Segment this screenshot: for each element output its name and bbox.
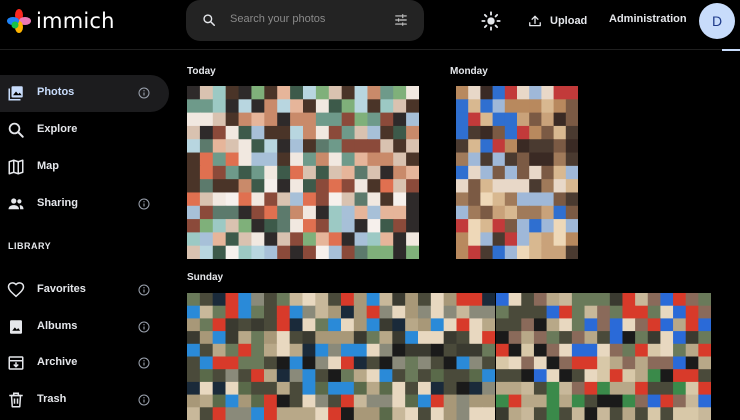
info-icon[interactable]: [138, 198, 150, 210]
explore-icon: [8, 122, 24, 138]
heart-icon: [7, 282, 25, 298]
app-logo[interactable]: immich: [7, 9, 115, 33]
sidebar-item-photos[interactable]: Photos: [0, 75, 169, 112]
sidebar-item-favorites[interactable]: Favorites: [0, 272, 169, 309]
administration-link[interactable]: Administration: [609, 13, 687, 25]
photo-image: [187, 293, 495, 420]
library-section-label: LIBRARY: [8, 241, 52, 251]
theme-toggle-icon[interactable]: [480, 10, 502, 32]
sidebar-item-label: Photos: [37, 86, 75, 98]
photo-thumbnail[interactable]: [496, 293, 711, 420]
immich-logo-icon: [7, 9, 31, 33]
photo-image: [496, 293, 711, 420]
top-bar: immich Search your photos Upload Adminis…: [0, 0, 740, 51]
sidebar-item-label: Explore: [37, 123, 78, 135]
sidebar-item-explore[interactable]: Explore: [0, 112, 169, 149]
sharing-icon: [8, 198, 24, 210]
archive-icon: [8, 356, 24, 370]
search-icon: [203, 14, 216, 27]
info-icon[interactable]: [138, 394, 150, 406]
info-icon[interactable]: [138, 357, 150, 369]
map-icon: [8, 159, 24, 175]
info-icon[interactable]: [138, 284, 150, 296]
sidebar-item-albums[interactable]: Albums: [0, 309, 169, 346]
photo-image: [456, 86, 578, 259]
photo-image: [187, 86, 419, 259]
search-input[interactable]: Search your photos: [230, 13, 325, 25]
info-icon[interactable]: [138, 87, 150, 99]
search-options-icon[interactable]: [394, 13, 408, 27]
sidebar: Photos Explore Map Sharing LIBRARY Favor…: [0, 51, 172, 420]
info-icon[interactable]: [138, 321, 150, 333]
date-group-title: Today: [187, 66, 216, 77]
sidebar-item-label: Archive: [37, 356, 78, 368]
sidebar-item-label: Sharing: [37, 197, 78, 209]
sidebar-item-trash[interactable]: Trash: [0, 382, 169, 419]
photo-thumbnail[interactable]: [187, 86, 419, 259]
sidebar-item-archive[interactable]: Archive: [0, 345, 169, 382]
sidebar-item-map[interactable]: Map: [0, 149, 169, 186]
sidebar-item-label: Trash: [37, 393, 67, 405]
upload-button[interactable]: Upload: [528, 10, 587, 32]
user-avatar[interactable]: D: [699, 3, 735, 39]
avatar-indicator: [722, 49, 740, 51]
upload-icon: [529, 15, 541, 27]
search-bar[interactable]: Search your photos: [186, 0, 424, 41]
sidebar-item-label: Map: [37, 160, 59, 172]
photo-thumbnail[interactable]: [187, 293, 495, 420]
trash-icon: [9, 392, 23, 408]
sidebar-item-label: Albums: [37, 320, 78, 332]
sidebar-item-label: Favorites: [37, 283, 86, 295]
photo-thumbnail[interactable]: [456, 86, 578, 259]
sidebar-item-sharing[interactable]: Sharing: [0, 186, 169, 223]
upload-label: Upload: [550, 15, 588, 27]
date-group-title: Sunday: [187, 272, 224, 283]
date-group-title: Monday: [450, 66, 488, 77]
albums-icon: [10, 320, 22, 334]
app-name: immich: [36, 9, 115, 33]
photos-icon: [8, 86, 23, 101]
